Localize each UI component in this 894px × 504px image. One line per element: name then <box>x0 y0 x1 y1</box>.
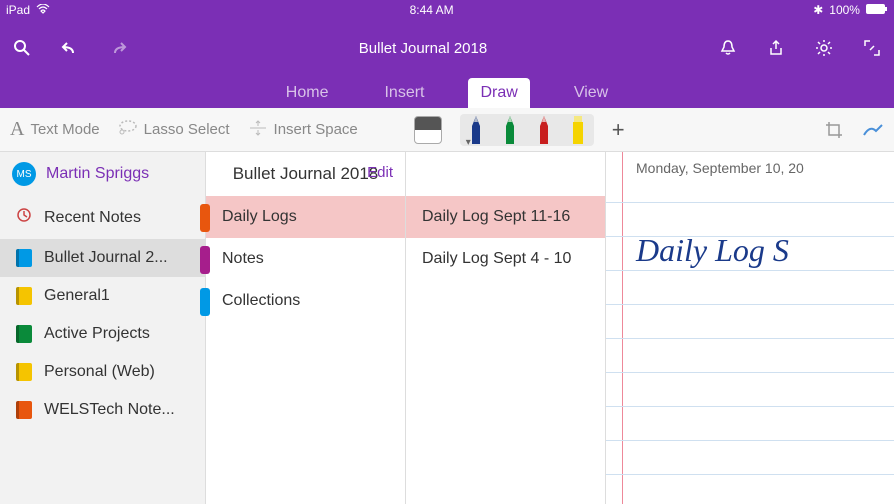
wifi-icon <box>36 3 50 17</box>
paper-rule-line <box>606 338 894 339</box>
bluetooth-icon: ✱ <box>813 3 823 17</box>
notebook-icon <box>16 401 32 419</box>
notebook-label: Active Projects <box>44 325 150 343</box>
paper-rule-line <box>606 270 894 271</box>
notebook-icon <box>16 249 32 267</box>
notebook-label: Personal (Web) <box>44 363 155 381</box>
pen-red[interactable] <box>536 116 552 144</box>
notebook-item[interactable]: Bullet Journal 2... <box>0 239 205 277</box>
notebook-label: WELSTech Note... <box>44 401 175 419</box>
notebook-label: Recent Notes <box>44 209 141 227</box>
user-account[interactable]: MS Martin Spriggs <box>0 152 205 196</box>
notebook-item[interactable]: General1 <box>0 277 205 315</box>
section-color-tab <box>200 288 210 316</box>
paper-rule-line <box>606 372 894 373</box>
page-item[interactable]: Daily Log Sept 4 - 10 <box>406 238 605 280</box>
section-header-title: Bullet Journal 2018 <box>233 164 379 183</box>
section-color-tab <box>200 204 210 232</box>
tab-view[interactable]: View <box>562 78 620 108</box>
search-icon[interactable] <box>10 36 34 60</box>
paper-rule-line <box>606 236 894 237</box>
tab-insert[interactable]: Insert <box>372 78 436 108</box>
user-name: Martin Spriggs <box>46 165 149 183</box>
notebook-sidebar: MS Martin Spriggs Recent Notes Bullet Jou… <box>0 152 206 504</box>
status-time: 8:44 AM <box>410 3 454 17</box>
lasso-select-button[interactable]: Lasso Select <box>118 119 230 141</box>
section-item[interactable]: Collections <box>206 280 405 322</box>
paper-rule-line <box>606 406 894 407</box>
status-bar: iPad 8:44 AM ✱ 100% <box>0 0 894 20</box>
note-canvas[interactable]: Monday, September 10, 20 Daily Log S <box>606 152 894 504</box>
ribbon-tabs: Home Insert Draw View <box>0 76 894 108</box>
insert-space-label: Insert Space <box>274 121 358 138</box>
section-color-tab <box>200 246 210 274</box>
gear-icon[interactable] <box>812 36 836 60</box>
redo-icon[interactable] <box>106 36 130 60</box>
pen-green[interactable] <box>502 116 518 144</box>
page-item[interactable]: Daily Log Sept 11-16 <box>406 196 605 238</box>
battery-icon <box>866 3 888 17</box>
draw-toolbar: A Text Mode Lasso Select Insert Space ▾ … <box>0 108 894 152</box>
page-label: Daily Log Sept 4 - 10 <box>422 250 571 267</box>
section-label: Notes <box>222 250 264 267</box>
notebook-item[interactable]: WELSTech Note... <box>0 391 205 429</box>
fullscreen-icon[interactable] <box>860 36 884 60</box>
paper-margin <box>622 152 623 504</box>
paper-rule-line <box>606 474 894 475</box>
section-item[interactable]: Daily Logs <box>206 196 405 238</box>
pen-selector[interactable]: ▾ <box>460 114 594 146</box>
notebook-icon <box>16 325 32 343</box>
notebook-icon <box>16 206 32 229</box>
app-header: Bullet Journal 2018 <box>0 20 894 76</box>
eraser-button[interactable] <box>414 116 442 144</box>
notebook-title: Bullet Journal 2018 <box>359 40 487 57</box>
crop-icon[interactable] <box>824 120 844 140</box>
section-label: Collections <box>222 292 300 309</box>
insert-space-icon <box>248 119 268 141</box>
tab-home[interactable]: Home <box>274 78 341 108</box>
paper-rule-line <box>606 202 894 203</box>
section-list: Bullet Journal 2018 Edit Daily Logs Notes… <box>206 152 406 504</box>
text-mode-button[interactable]: A Text Mode <box>10 118 100 141</box>
insert-space-button[interactable]: Insert Space <box>248 119 358 141</box>
notebook-item[interactable]: Active Projects <box>0 315 205 353</box>
page-list: Daily Log Sept 11-16 Daily Log Sept 4 - 1… <box>406 152 606 504</box>
handwriting-text: Daily Log S <box>636 232 789 269</box>
paper-rule-line <box>606 304 894 305</box>
text-mode-label: Text Mode <box>30 121 99 138</box>
bell-icon[interactable] <box>716 36 740 60</box>
tab-draw[interactable]: Draw <box>468 78 529 108</box>
avatar: MS <box>12 162 36 186</box>
notebook-item[interactable]: Recent Notes <box>0 196 205 239</box>
notebook-icon <box>16 363 32 381</box>
device-label: iPad <box>6 3 30 17</box>
canvas-date: Monday, September 10, 20 <box>636 160 804 176</box>
pen-highlighter[interactable] <box>570 116 586 144</box>
page-label: Daily Log Sept 11-16 <box>422 208 570 225</box>
eraser-icon <box>414 116 442 144</box>
paper-rule-line <box>606 440 894 441</box>
ink-to-shape-icon[interactable] <box>862 121 884 139</box>
add-pen-button[interactable]: + <box>612 117 625 143</box>
edit-button[interactable]: Edit <box>367 164 393 181</box>
battery-percent: 100% <box>829 3 860 17</box>
notebook-item[interactable]: Personal (Web) <box>0 353 205 391</box>
chevron-down-icon[interactable]: ▾ <box>466 137 471 148</box>
text-icon: A <box>10 118 24 141</box>
section-item[interactable]: Notes <box>206 238 405 280</box>
notebook-icon <box>16 287 32 305</box>
lasso-icon <box>118 119 138 141</box>
lasso-label: Lasso Select <box>144 121 230 138</box>
undo-icon[interactable] <box>58 36 82 60</box>
section-label: Daily Logs <box>222 208 297 225</box>
notebook-label: Bullet Journal 2... <box>44 249 168 267</box>
notebook-label: General1 <box>44 287 110 305</box>
share-icon[interactable] <box>764 36 788 60</box>
